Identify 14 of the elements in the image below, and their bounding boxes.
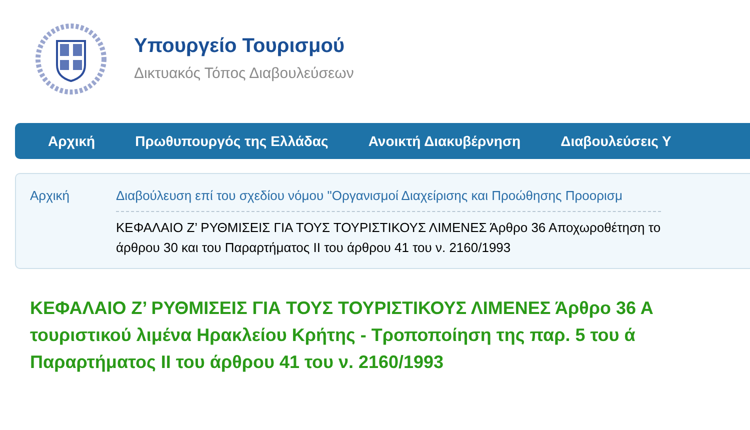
nav-link[interactable]: Διαβουλεύσεις Υ <box>560 130 672 152</box>
breadcrumb-current: άρθρου 30 και του Παραρτήματος ΙΙ του άρθρου 41 του ν. 2160/1993 <box>116 238 512 257</box>
breadcrumb-link[interactable]: Αρχική <box>30 186 116 268</box>
nav-link[interactable]: Πρωθυπουργός της Ελλάδας <box>135 130 328 152</box>
site-title[interactable]: Υπουργείο Τουρισμού <box>134 34 354 60</box>
site-subtitle: Δικτυακός Τόπος Διαβουλεύσεων <box>134 65 354 84</box>
nav-link[interactable]: Ανοικτή Διακυβέρνηση <box>368 130 521 152</box>
page-heading: ΚΕΦΑΛΑΙΟ Ζ’ ΡΥΘΜΙΣΕΙΣ ΓΙΑ ΤΟΥΣ ΤΟΥΡΙΣΤΙΚΟΥΣ ΛΙΜΕΝΕΣ Άρθρο 36 Α <box>30 297 654 320</box>
breadcrumb-current: ΚΕΦΑΛΑΙΟ Ζ’ ΡΥΘΜΙΣΕΙΣ ΓΙΑ ΤΟΥΣ ΤΟΥΡΙΣΤΙΚΟΥΣ ΛΙΜΕΝΕΣ Άρθρο 36 Αποχωροθέτηση το <box>116 218 661 237</box>
breadcrumb-link[interactable]: Διαβούλευση επί του σχεδίου νόμου "Οργανισμοί Διαχείρισης και Προώθησης Προορισμ <box>116 186 661 212</box>
coat-of-arms-icon <box>35 23 107 95</box>
nav-link[interactable]: Αρχική <box>48 130 96 152</box>
page-heading: τουριστικού λιμένα Ηρακλείου Κρήτης - Τροποποίηση της παρ. 5 του ά <box>30 324 636 347</box>
page-heading: Παραρτήματος ΙΙ του άρθρου 41 του ν. 2160/1993 <box>30 351 445 374</box>
